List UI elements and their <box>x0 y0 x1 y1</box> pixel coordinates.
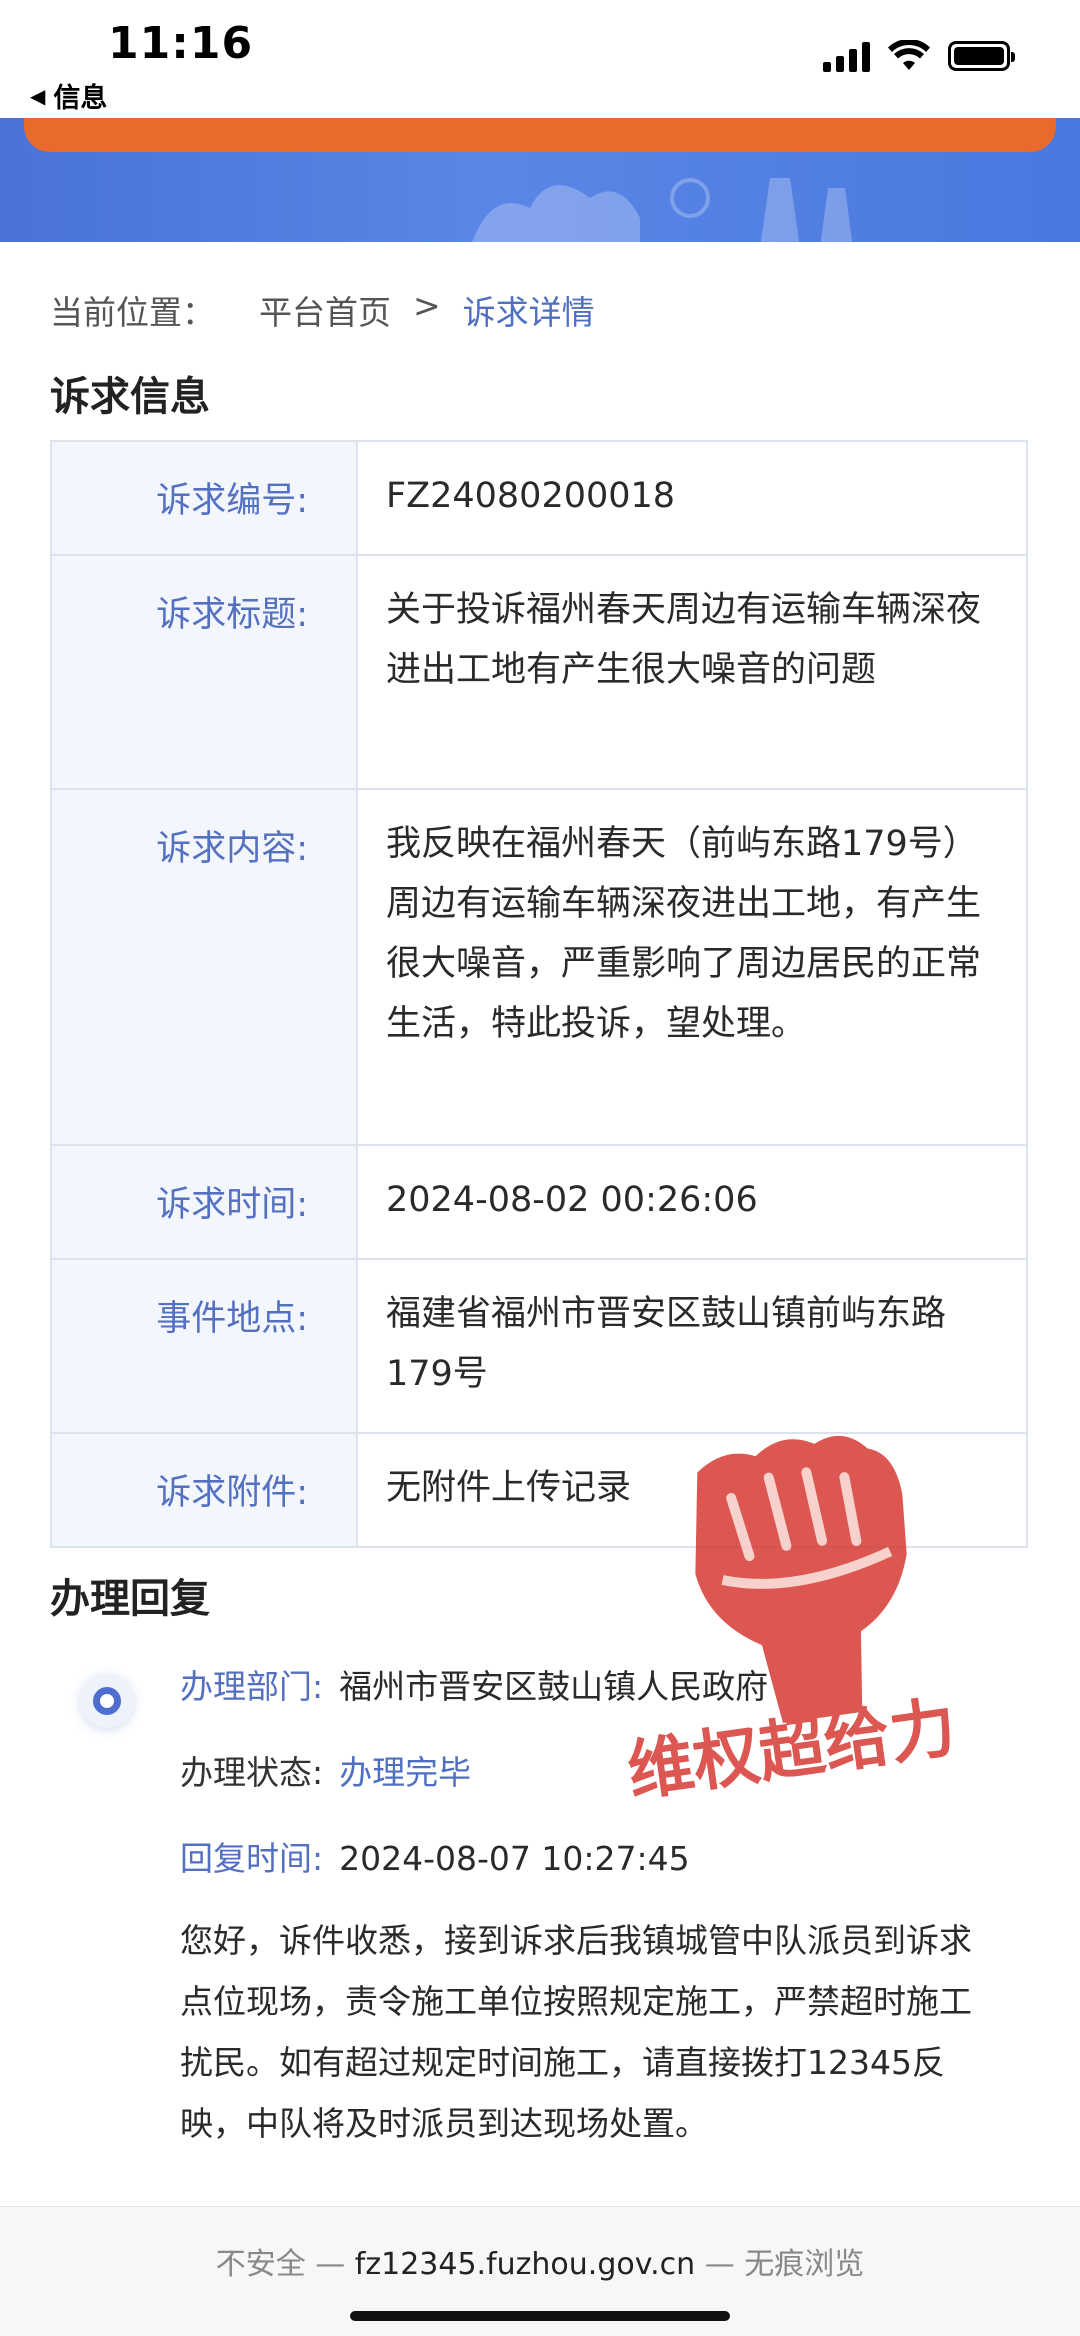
reply-department: 办理部门: 福州市晋安区鼓山镇人民政府 <box>180 1660 768 1708</box>
timeline-dot-icon <box>80 1674 134 1728</box>
status-time: 11:16 <box>108 18 254 69</box>
reply-section-title: 办理回复 <box>50 1576 210 1622</box>
reply-status: 办理状态: 办理完毕 <box>180 1746 471 1794</box>
table-row-attachment: 诉求附件: 无附件上传记录 <box>52 1434 1026 1546</box>
reply-content: 您好，诉件收悉，接到诉求后我镇城管中队派员到诉求点位现场，责令施工单位按照规定施… <box>180 1921 972 2143</box>
row-label: 诉求附件: <box>52 1434 358 1546</box>
breadcrumb: 当前位置： 平台首页 > 诉求详情 <box>50 286 595 334</box>
cellular-signal-icon <box>823 40 870 72</box>
row-label: 诉求时间: <box>52 1146 358 1258</box>
reply-time-label: 回复时间: <box>180 1839 324 1878</box>
row-value-location: 福建省福州市晋安区鼓山镇前屿东路179号 <box>386 1294 947 1394</box>
row-label: 事件地点: <box>52 1260 358 1432</box>
browser-url-bar[interactable]: 不安全 — fz12345.fuzhou.gov.cn — 无痕浏览 <box>0 2206 1080 2336</box>
back-app-label: 信息 <box>53 83 108 114</box>
back-to-app-button[interactable]: ◀ 信息 <box>30 76 107 115</box>
reply-time: 回复时间: 2024-08-07 10:27:45 <box>180 1832 690 1880</box>
department-value: 福州市晋安区鼓山镇人民政府 <box>339 1667 769 1706</box>
row-label: 诉求标题: <box>52 556 358 788</box>
row-value-attachment: 无附件上传记录 <box>386 1468 632 1508</box>
row-value-id: FZ24080200018 <box>386 476 676 516</box>
header-banner <box>0 118 1080 242</box>
row-value-title: 关于投诉福州春天周边有运输车辆深夜进出工地有产生很大噪音的问题 <box>386 590 982 690</box>
status-bar: 11:16 ◀ 信息 <box>0 0 1080 118</box>
department-label: 办理部门: <box>180 1667 324 1706</box>
banner-orange-bar <box>24 118 1056 152</box>
wifi-icon <box>888 40 930 70</box>
breadcrumb-home-link[interactable]: 平台首页 <box>259 286 391 334</box>
row-label: 诉求编号: <box>52 442 358 554</box>
battery-icon <box>948 41 1015 71</box>
table-row-content: 诉求内容: 我反映在福州春天（前屿东路179号）周边有运输车辆深夜进出工地，有产… <box>52 790 1026 1146</box>
breadcrumb-current: 诉求详情 <box>462 293 595 332</box>
back-arrow-icon: ◀ <box>30 83 46 108</box>
info-section-title: 诉求信息 <box>50 374 210 420</box>
table-row-time: 诉求时间: 2024-08-02 00:26:06 <box>52 1146 1026 1260</box>
url-domain: fz12345.fuzhou.gov.cn <box>354 2247 696 2282</box>
table-row-title: 诉求标题: 关于投诉福州春天周边有运输车辆深夜进出工地有产生很大噪音的问题 <box>52 556 1026 790</box>
page: 11:16 ◀ 信息 当前位置： 平台首页 > 诉求详情 诉求信息 诉求编号: … <box>0 0 1080 2336</box>
reply-time-value: 2024-08-07 10:27:45 <box>339 1839 690 1878</box>
row-value-content: 我反映在福州春天（前屿东路179号）周边有运输车辆深夜进出工地，有产生很大噪音，… <box>386 824 982 1044</box>
home-indicator[interactable] <box>350 2311 730 2321</box>
url-suffix: — 无痕浏览 <box>704 2247 865 2282</box>
url-text: 不安全 — fz12345.fuzhou.gov.cn — 无痕浏览 <box>0 2239 1080 2283</box>
breadcrumb-separator: > <box>413 286 441 325</box>
url-prefix: 不安全 — <box>215 2247 346 2282</box>
breadcrumb-label: 当前位置： <box>50 293 215 332</box>
banner-decoration <box>472 178 853 242</box>
table-row-id: 诉求编号: FZ24080200018 <box>52 442 1026 556</box>
status-value: 办理完毕 <box>339 1753 472 1792</box>
row-value-time: 2024-08-02 00:26:06 <box>386 1180 758 1220</box>
status-label: 办理状态: <box>180 1753 324 1792</box>
status-icons <box>823 40 1015 72</box>
table-row-location: 事件地点: 福建省福州市晋安区鼓山镇前屿东路179号 <box>52 1260 1026 1434</box>
row-label: 诉求内容: <box>52 790 358 1144</box>
info-table: 诉求编号: FZ24080200018 诉求标题: 关于投诉福州春天周边有运输车… <box>50 440 1028 1548</box>
